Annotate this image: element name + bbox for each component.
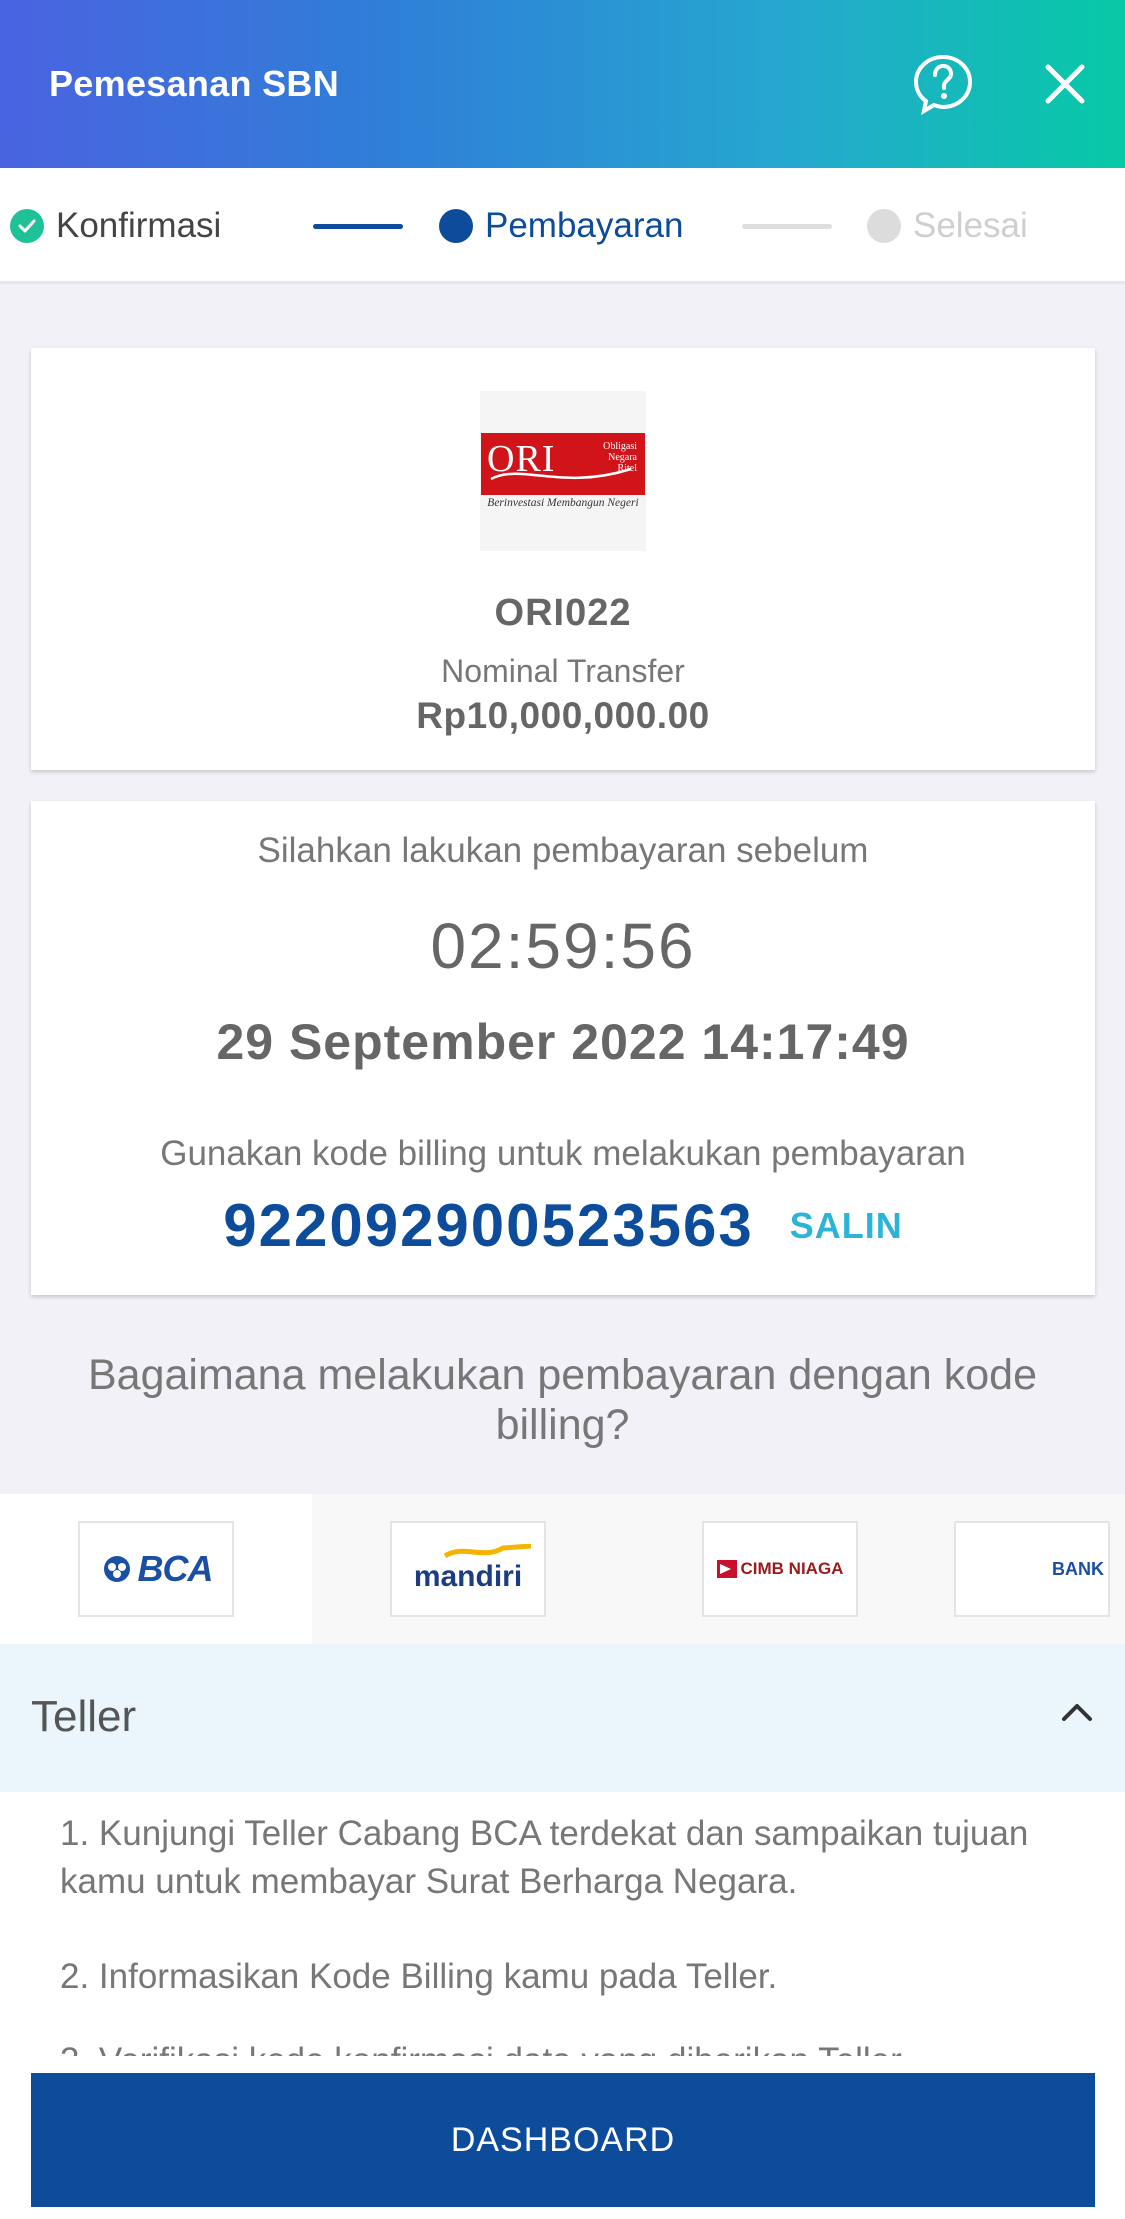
active-step-dot-icon: [439, 209, 473, 243]
pending-step-dot-icon: [867, 209, 901, 243]
bank-name: BCA: [137, 1548, 214, 1589]
copy-button[interactable]: SALIN: [790, 1205, 903, 1247]
step-label: Selesai: [913, 206, 1028, 245]
payment-deadline: 29 September 2022 14:17:49: [216, 1014, 910, 1070]
list-item: 2. Informasikan Kode Billing kamu pada T…: [60, 1957, 778, 1996]
cimb-logo: CIMB NIAGA: [702, 1521, 858, 1617]
footer: DASHBOARD: [0, 2056, 1125, 2219]
billing-hint: Gunakan kode billing untuk melakukan pem…: [160, 1134, 966, 1173]
app-header: Pemesanan SBN: [0, 0, 1125, 168]
check-icon: [10, 209, 44, 243]
how-to-title: Bagaimana melakukan pembayaran dengan ko…: [87, 1351, 1038, 1449]
step-pembayaran: Pembayaran: [439, 168, 683, 284]
bank-logo: BANK: [954, 1521, 1110, 1617]
ori-logo: ORI Obligasi Negara Ritel Berinvestasi M…: [480, 391, 646, 551]
payment-card: Silahkan lakukan pembayaran sebelum 02:5…: [31, 801, 1095, 1295]
dashboard-button[interactable]: DASHBOARD: [31, 2073, 1095, 2207]
close-icon[interactable]: [1033, 52, 1097, 116]
bank-tab-bca[interactable]: BCA: [0, 1494, 312, 1644]
list-item: 1. Kunjungi Teller Cabang BCA terdekat d…: [60, 1814, 1029, 1901]
step-selesai: Selesai: [867, 168, 1028, 284]
pay-before-label: Silahkan lakukan pembayaran sebelum: [257, 831, 869, 870]
billing-code: 922092900523563: [223, 1192, 754, 1259]
bank-name: BANK: [1052, 1558, 1104, 1579]
bank-tab-mandiri[interactable]: mandiri: [312, 1494, 624, 1644]
logo-brand: ORI: [487, 438, 556, 480]
step-connector: [742, 224, 832, 229]
step-konfirmasi: Konfirmasi: [10, 168, 221, 284]
list-item: 3. Verifikasi kode konfirmasi data yang …: [60, 2037, 1070, 2056]
product-code: ORI022: [494, 592, 632, 634]
bank-name: CIMB NIAGA: [740, 1559, 844, 1578]
bank-tab-other[interactable]: BANK: [936, 1494, 1125, 1644]
mandiri-logo: mandiri: [390, 1521, 546, 1617]
countdown-timer: 02:59:56: [430, 910, 696, 982]
logo-tagline: Berinvestasi Membangun Negeri: [487, 497, 639, 509]
bank-tab-cimb[interactable]: CIMB NIAGA: [624, 1494, 936, 1644]
product-card: ORI Obligasi Negara Ritel Berinvestasi M…: [31, 348, 1095, 770]
bank-name: mandiri: [413, 1560, 523, 1593]
bank-tabs: BCA mandiri CIMB NIAGA BANK: [0, 1494, 1125, 1644]
logo-subtitle: Obligasi Negara Ritel: [603, 441, 637, 474]
help-circle-icon[interactable]: [911, 52, 975, 116]
bca-logo: BCA: [78, 1521, 234, 1617]
nominal-value: Rp10,000,000.00: [416, 695, 710, 736]
nominal-label: Nominal Transfer: [441, 653, 685, 689]
teller-title: Teller: [31, 1692, 137, 1741]
step-label: Pembayaran: [485, 206, 684, 245]
progress-stepper: Konfirmasi Pembayaran Selesai: [0, 168, 1125, 284]
billing-row: 922092900523563 SALIN: [31, 1191, 1095, 1260]
step-connector: [313, 224, 403, 229]
teller-steps: 1. Kunjungi Teller Cabang BCA terdekat d…: [0, 1792, 1125, 2056]
chevron-up-icon[interactable]: [1060, 1701, 1094, 1728]
step-label: Konfirmasi: [56, 206, 222, 245]
teller-accordion-header[interactable]: Teller: [0, 1646, 1125, 1792]
